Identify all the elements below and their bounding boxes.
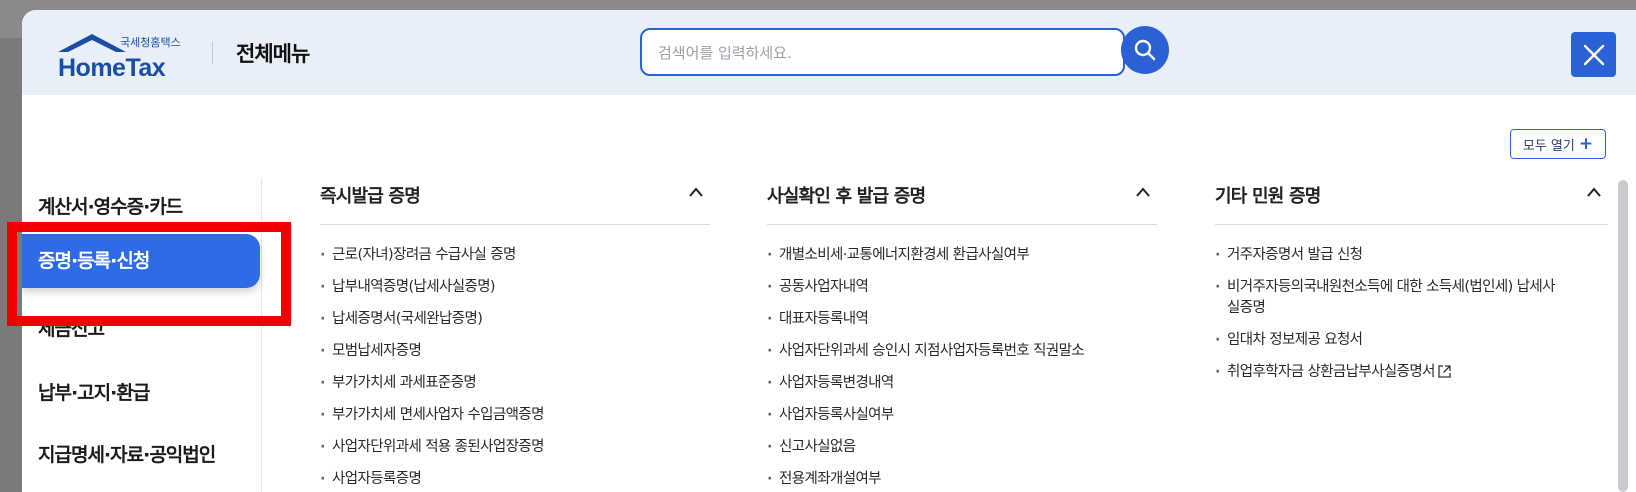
nav-item-certificate[interactable]: 증명·등록·신청 — [22, 234, 260, 288]
expand-all-button[interactable]: 모두 열기 + — [1510, 129, 1606, 159]
header-divider — [212, 42, 213, 64]
column-title: 기타 민원 증명 — [1215, 186, 1321, 207]
menu-item[interactable]: 사업자등록사실여부 — [767, 405, 1157, 426]
column-header[interactable]: 즉시발급 증명 — [320, 178, 710, 225]
column-header[interactable]: 사실확인 후 발급 증명 — [767, 178, 1157, 225]
menu-item[interactable]: 전용계좌개설여부 — [767, 469, 1157, 490]
plus-icon: + — [1578, 133, 1594, 154]
menu-item[interactable]: 거주자증명서 발급 신청 — [1215, 245, 1608, 266]
external-link-icon — [1438, 365, 1451, 378]
column-verified-certificate: 사실확인 후 발급 증명 개별소비세·교통에너지환경세 환급사실여부 공동사업자… — [767, 178, 1157, 492]
logo-wordmark: HomeTax — [58, 54, 166, 82]
menu-item[interactable]: 공동사업자내역 — [767, 277, 1157, 298]
menu-item[interactable]: 부가가치세 면세사업자 수입금액증명 — [320, 405, 710, 426]
menu-item[interactable]: 근로(자녀)장려금 수급사실 증명 — [320, 245, 710, 266]
menu-list: 거주자증명서 발급 신청 비거주자등의국내원천소득에 대한 소득세(법인세) 납… — [1215, 225, 1608, 383]
menu-item[interactable]: 납부내역증명(납세사실증명) — [320, 277, 710, 298]
close-icon — [1583, 44, 1604, 65]
nav-item-payment[interactable]: 납부·고지·환급 — [38, 378, 150, 405]
search-button[interactable] — [1121, 26, 1169, 74]
scrollbar[interactable] — [1618, 180, 1628, 492]
close-button[interactable] — [1571, 32, 1616, 77]
nav-item-statement[interactable]: 지급명세·자료·공익법인 — [38, 440, 216, 467]
menu-item-external[interactable]: 취업후학자금 상환금납부사실증명서 — [1215, 362, 1608, 383]
menu-item[interactable]: 비거주자등의국내원천소득에 대한 소득세(법인세) 납세사실증명 — [1215, 277, 1556, 319]
column-title: 사실확인 후 발급 증명 — [767, 186, 926, 207]
column-instant-certificate: 즉시발급 증명 근로(자녀)장려금 수급사실 증명 납부내역증명(납세사실증명)… — [320, 178, 710, 492]
menu-item[interactable]: 사업자등록변경내역 — [767, 373, 1157, 394]
menu-item[interactable]: 모범납세자증명 — [320, 341, 710, 362]
expand-all-label: 모두 열기 — [1522, 138, 1575, 154]
menu-item[interactable]: 사업자단위과세 적용 종된사업장증명 — [320, 437, 710, 458]
menu-item[interactable]: 부가가치세 과세표준증명 — [320, 373, 710, 394]
modal-header: 국세청홈택스 HomeTax 전체메뉴 — [22, 10, 1636, 95]
menu-list: 근로(자녀)장려금 수급사실 증명 납부내역증명(납세사실증명) 납세증명서(국… — [320, 225, 710, 490]
left-nav: 계산서·영수증·카드 증명·등록·신청 세금신고 납부·고지·환급 지급명세·자… — [22, 178, 262, 492]
column-title: 즉시발급 증명 — [320, 186, 421, 207]
nav-item-invoice[interactable]: 계산서·영수증·카드 — [38, 192, 183, 219]
menu-item[interactable]: 사업자단위과세 승인시 지점사업자등록번호 직권말소 — [767, 341, 1157, 362]
search-icon — [1134, 39, 1156, 61]
menu-item[interactable]: 개별소비세·교통에너지환경세 환급사실여부 — [767, 245, 1157, 266]
menu-item[interactable]: 신고사실없음 — [767, 437, 1157, 458]
logo-subtitle: 국세청홈택스 — [120, 36, 181, 49]
nav-item-tax-report[interactable]: 세금신고 — [38, 314, 105, 341]
page-title: 전체메뉴 — [236, 42, 310, 66]
menu-list: 개별소비세·교통에너지환경세 환급사실여부 공동사업자내역 대표자등록내역 사업… — [767, 225, 1157, 490]
menu-item[interactable]: 사업자등록증명 — [320, 469, 710, 490]
menu-item[interactable]: 납세증명서(국세완납증명) — [320, 309, 710, 330]
column-other-certificate: 기타 민원 증명 거주자증명서 발급 신청 비거주자등의국내원천소득에 대한 소… — [1215, 178, 1608, 394]
menu-item[interactable]: 임대차 정보제공 요청서 — [1215, 330, 1608, 351]
search-input[interactable] — [658, 42, 1078, 64]
menu-item[interactable]: 대표자등록내역 — [767, 309, 1157, 330]
menu-item-label: 취업후학자금 상환금납부사실증명서 — [1227, 364, 1435, 380]
chevron-up-icon — [1587, 187, 1601, 197]
chevron-up-icon — [1136, 187, 1150, 197]
chevron-up-icon — [689, 187, 703, 197]
search-box — [640, 28, 1125, 76]
column-header[interactable]: 기타 민원 증명 — [1215, 178, 1608, 225]
full-menu-modal: 국세청홈택스 HomeTax 전체메뉴 모두 열기 + 계산서·영수증·카드 증… — [22, 10, 1636, 492]
